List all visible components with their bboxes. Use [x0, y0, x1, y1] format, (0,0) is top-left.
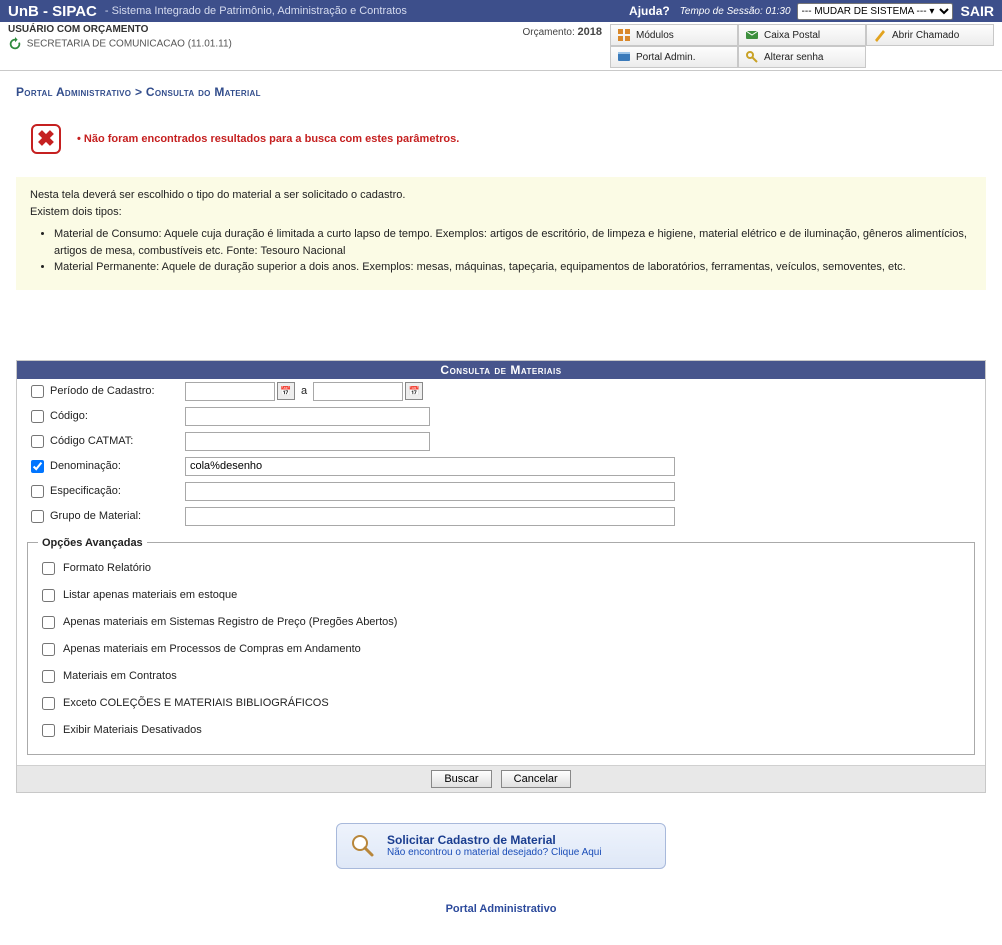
row-grupo: Grupo de Material: — [17, 504, 985, 529]
solicit-title: Solicitar Cadastro de Material — [387, 833, 602, 847]
check-periodo[interactable] — [31, 385, 44, 398]
check-codigo[interactable] — [31, 410, 44, 423]
input-denominacao[interactable] — [185, 457, 675, 476]
input-periodo-from[interactable] — [185, 382, 275, 401]
system-select[interactable]: --- MUDAR DE SISTEMA --- ▾ — [797, 3, 953, 20]
calendar-to-icon[interactable]: 📅 — [405, 382, 423, 400]
advanced-legend: Opções Avançadas — [38, 537, 147, 549]
ticket-icon — [873, 28, 887, 42]
error-alert: ✖ Não foram encontrados resultados para … — [16, 113, 986, 165]
portal-icon — [617, 50, 631, 64]
advanced-options: Opções Avançadas Formato Relatório Lista… — [27, 537, 975, 755]
shortcut-modulos[interactable]: Módulos — [610, 24, 738, 46]
label-catmat: Código CATMAT: — [50, 435, 185, 447]
help-link[interactable]: Ajuda? — [629, 4, 670, 18]
label-codigo: Código: — [50, 410, 185, 422]
refresh-icon — [8, 37, 22, 51]
info-box: Nesta tela deverá ser escolhido o tipo d… — [16, 177, 986, 290]
input-grupo[interactable] — [185, 507, 675, 526]
error-icon: ✖ — [31, 124, 61, 154]
shortcut-portal-admin[interactable]: Portal Admin. — [610, 46, 738, 68]
row-periodo: Período de Cadastro: 📅 a 📅 — [17, 379, 985, 404]
key-icon — [745, 50, 759, 64]
label-especificacao: Especificação: — [50, 485, 185, 497]
session-label: Tempo de Sessão: 01:30 — [680, 6, 791, 17]
solicit-subtitle: Não encontrou o material desejado? Cliqu… — [387, 847, 602, 858]
logout-link[interactable]: SAIR — [961, 3, 994, 19]
info-item-permanente: Material Permanente: Aquele de duração s… — [54, 259, 972, 276]
search-panel: Consulta de Materiais Período de Cadastr… — [16, 360, 986, 793]
row-catmat: Código CATMAT: — [17, 429, 985, 454]
breadcrumb: Portal Administrativo > Consulta do Mate… — [16, 81, 986, 105]
shortcut-alterar-senha[interactable]: Alterar senha — [738, 46, 866, 68]
calendar-from-icon[interactable]: 📅 — [277, 382, 295, 400]
check-catmat[interactable] — [31, 435, 44, 448]
cancelar-button[interactable]: Cancelar — [501, 770, 571, 788]
top-bar: UnB - SIPAC - Sistema Integrado de Patri… — [0, 0, 1002, 22]
row-codigo: Código: — [17, 404, 985, 429]
check-adv-registro-preco[interactable] — [42, 616, 55, 629]
shortcut-caixa-postal[interactable]: Caixa Postal — [738, 24, 866, 46]
input-codigo[interactable] — [185, 407, 430, 426]
brand-subtitle: - Sistema Integrado de Patrimônio, Admin… — [105, 5, 407, 17]
check-denominacao[interactable] — [31, 460, 44, 473]
orcamento: Orçamento: 2018 — [522, 24, 610, 38]
sub-header: USUÁRIO COM ORÇAMENTO SECRETARIA DE COMU… — [0, 22, 1002, 71]
info-item-consumo: Material de Consumo: Aquele cuja duração… — [54, 226, 972, 259]
button-row: Buscar Cancelar — [17, 765, 985, 792]
row-denominacao: Denominação: — [17, 454, 985, 479]
brand: UnB - SIPAC — [8, 3, 97, 20]
solicitar-cadastro-button[interactable]: Solicitar Cadastro de Material Não encon… — [336, 823, 666, 869]
input-especificacao[interactable] — [185, 482, 675, 501]
check-adv-exceto-colecoes[interactable] — [42, 697, 55, 710]
row-especificacao: Especificação: — [17, 479, 985, 504]
shortcut-abrir-chamado[interactable]: Abrir Chamado — [866, 24, 994, 46]
footer-portal-link[interactable]: Portal Administrativo — [16, 903, 986, 915]
input-periodo-to[interactable] — [313, 382, 403, 401]
label-grupo: Grupo de Material: — [50, 510, 185, 522]
panel-title: Consulta de Materiais — [17, 361, 985, 379]
check-adv-desativados[interactable] — [42, 724, 55, 737]
buscar-button[interactable]: Buscar — [431, 770, 491, 788]
label-denominacao: Denominação: — [50, 460, 185, 472]
check-adv-estoque[interactable] — [42, 589, 55, 602]
check-grupo[interactable] — [31, 510, 44, 523]
check-adv-compras-andamento[interactable] — [42, 643, 55, 656]
user-budget-label: USUÁRIO COM ORÇAMENTO — [8, 24, 522, 35]
shortcut-grid: Módulos Caixa Postal Abrir Chamado Porta… — [610, 24, 994, 68]
input-catmat[interactable] — [185, 432, 430, 451]
error-message: Não foram encontrados resultados para a … — [77, 133, 459, 145]
mailbox-icon — [745, 28, 759, 42]
label-periodo: Período de Cadastro: — [50, 385, 185, 397]
modules-icon — [617, 28, 631, 42]
check-adv-contratos[interactable] — [42, 670, 55, 683]
check-adv-relatorio[interactable] — [42, 562, 55, 575]
magnifier-icon — [349, 832, 377, 860]
date-separator: a — [301, 385, 307, 397]
check-especificacao[interactable] — [31, 485, 44, 498]
department: SECRETARIA DE COMUNICACAO (11.01.11) — [8, 37, 522, 51]
